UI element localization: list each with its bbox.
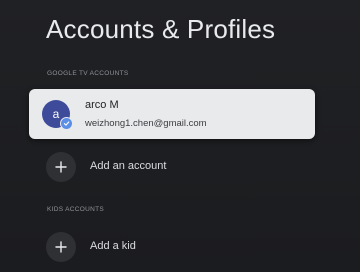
page-title: Accounts & Profiles <box>46 14 276 44</box>
avatar: a <box>42 100 73 130</box>
plus-icon <box>46 152 76 182</box>
account-email: weizhong1.chen@gmail.com <box>85 118 207 129</box>
section-label-google-tv-accounts: GOOGLE TV ACCOUNTS <box>47 70 129 77</box>
accounts-profiles-screen: Accounts & Profiles GOOGLE TV ACCOUNTS a… <box>0 0 360 272</box>
avatar-letter: a <box>52 107 60 121</box>
add-kid-label: Add a kid <box>90 240 136 252</box>
check-icon <box>60 117 73 130</box>
plus-icon <box>46 232 76 262</box>
add-account-button[interactable]: Add an account <box>46 152 286 182</box>
add-account-label: Add an account <box>90 160 167 172</box>
add-kid-button[interactable]: Add a kid <box>46 232 286 262</box>
account-name: arco M <box>85 99 119 111</box>
section-label-kids-accounts: KIDS ACCOUNTS <box>47 206 104 213</box>
account-card[interactable]: a arco M weizhong1.chen@gmail.com <box>29 89 315 139</box>
